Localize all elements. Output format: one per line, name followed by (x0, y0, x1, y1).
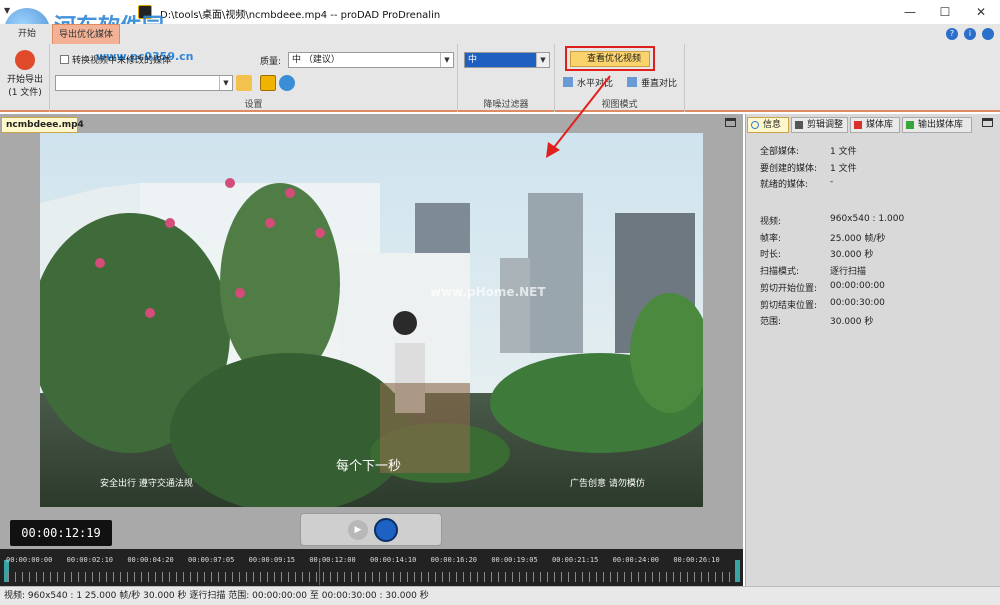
window-menu-icon[interactable]: ▼ (4, 6, 10, 15)
close-button[interactable]: ✕ (964, 0, 998, 24)
help-icon[interactable]: ? (946, 28, 958, 40)
settings-icon[interactable] (982, 28, 994, 40)
timeline-tick-label: 00:00:04:20 (127, 556, 174, 564)
gear-icon[interactable] (279, 75, 295, 91)
timeline-tick-label: 00:00:21:15 (552, 556, 599, 564)
convert-unmodified-label: 转换视频中未修改的媒体 (72, 56, 172, 66)
video-property-label: 剪切结束位置: (760, 300, 818, 311)
pane-maximize-icon[interactable] (725, 118, 736, 127)
output-tab-icon (906, 121, 914, 129)
compare-vertical-button[interactable]: 垂直对比 (641, 76, 677, 89)
timeline-tick-label: 00:00:09:15 (248, 556, 296, 564)
window-title: D:\tools\桌面\视频\ncmbdeee.mp4 -- proDAD Pr… (160, 10, 441, 21)
video-frame: www.pHome.NET 每个下一秒 安全出行 遵守交通法规 广告创意 请勿模… (40, 133, 703, 507)
stop-button[interactable] (374, 518, 398, 542)
timeline-ticks: 00:00:00:00 00:00:02:10 00:00:04:20 00:00:0… (6, 556, 740, 569)
media-count-value: 1 文件 (830, 163, 857, 174)
video-property-value: 逐行扫描 (830, 267, 867, 278)
video-property-value: 30.000 秒 (830, 317, 874, 328)
video-property-label: 扫描模式: (760, 267, 800, 278)
info-tab-icon (751, 121, 759, 129)
video-property-label: 时长: (760, 250, 782, 261)
output-path-combo[interactable]: ▼ (55, 75, 233, 91)
export-count: (1 文件) (8, 88, 42, 98)
timeline-tick-label: 00:00:00:00 (6, 556, 53, 564)
view-optimized-label: 查看优化视频 (587, 54, 642, 64)
status-bar: 视频: 960x540 : 1 25.000 帧/秒 30.000 秒 逐行扫描… (0, 586, 1000, 605)
timeline-tick-label: 00:00:16:20 (430, 556, 478, 564)
export-button[interactable]: 开始导出 (1 文件) (2, 72, 48, 98)
video-property-value: 00:00:30:00 (830, 297, 885, 308)
video-scene (40, 133, 703, 507)
tab-home[interactable]: 开始 (12, 24, 42, 44)
timeline-tick-label: 00:00:02:10 (66, 556, 114, 564)
media-count-label: 要创建的媒体: (760, 163, 818, 174)
video-property-label: 帧率: (760, 233, 782, 244)
media-count-value: 1 文件 (830, 147, 857, 157)
timecode-display: 00:00:12:19 (10, 520, 112, 546)
folder-icon[interactable] (236, 75, 252, 91)
view-optimized-button[interactable]: 查看优化视频 (570, 51, 650, 67)
video-property-value: 960x540 : 1.000 (830, 214, 905, 224)
timeline-tick-label: 00:00:07:05 (188, 556, 235, 564)
tab-export[interactable]: 导出优化媒体 (52, 24, 121, 44)
video-property-value: 25.000 帧/秒 (830, 233, 886, 244)
video-subtitle: 每个下一秒 (336, 459, 402, 474)
video-property-label: 视频: (760, 217, 782, 227)
settings-group-label: 设置 (244, 100, 263, 110)
quality-combo[interactable]: 中 （建议） ▼ (288, 52, 454, 68)
quality-value: 中 （建议） (292, 55, 340, 65)
quality-label: 质量: (260, 57, 282, 67)
convert-unmodified-checkbox[interactable] (60, 55, 69, 64)
timeline-tick-label: 00:00:26:10 (673, 556, 720, 564)
timeline-tick-label: 00:00:24:00 (612, 556, 660, 564)
timeline-scale (8, 572, 736, 582)
pencil-icon[interactable] (260, 75, 276, 91)
chevron-down-icon: ▼ (536, 53, 549, 67)
denoise-combo[interactable]: 中 ▼ (464, 52, 550, 68)
chevron-down-icon: ▼ (440, 53, 453, 67)
output-tab-label: 输出媒体库 (918, 120, 964, 130)
transport-controls: ▶ (300, 513, 442, 546)
settings-group: 转换视频中未修改的媒体 ▼ 质量: 中 （建议） ▼ 设置 (50, 44, 458, 112)
clip-tab-icon (795, 121, 803, 129)
video-watermark: www.pHome.NET (430, 285, 546, 299)
video-property-label: 范围: (760, 317, 782, 328)
media-count-value: - (830, 177, 834, 188)
media-count-label: 全部媒体: (760, 147, 800, 157)
panel-maximize-icon[interactable] (982, 118, 993, 127)
media-tab-icon (854, 121, 862, 129)
ribbon-tabs: 开始 导出优化媒体 (0, 24, 1000, 44)
timeline-tick-label: 00:00:14:10 (370, 556, 417, 564)
compare-vertical-icon (627, 77, 637, 87)
timeline-tick-label: 00:00:19:05 (491, 556, 538, 564)
video-right-caption: 广告创意 请勿模仿 (570, 479, 645, 489)
export-icon (15, 50, 35, 70)
document-tab[interactable]: ncmbdeee.mp4 (1, 117, 84, 133)
annotation-arrow (546, 75, 611, 158)
play-button[interactable]: ▶ (348, 520, 368, 540)
timeline-tick-label: 00:00:12:00 (309, 556, 356, 564)
video-property-value: 30.000 秒 (830, 250, 874, 261)
export-label: 开始导出 (6, 75, 43, 85)
media-count-label: 就绪的媒体: (760, 180, 809, 191)
denoise-value: 中 (468, 55, 478, 65)
export-group: 开始导出 (1 文件) (0, 44, 50, 112)
minimize-button[interactable]: — (893, 0, 927, 24)
maximize-button[interactable]: ☐ (928, 0, 962, 24)
video-left-caption: 安全出行 遵守交通法规 (100, 479, 193, 489)
video-property-value: 00:00:00:00 (830, 280, 885, 291)
info-icon[interactable]: i (964, 28, 976, 40)
video-property-label: 剪切开始位置: (760, 283, 818, 294)
chevron-down-icon: ▼ (219, 76, 232, 90)
